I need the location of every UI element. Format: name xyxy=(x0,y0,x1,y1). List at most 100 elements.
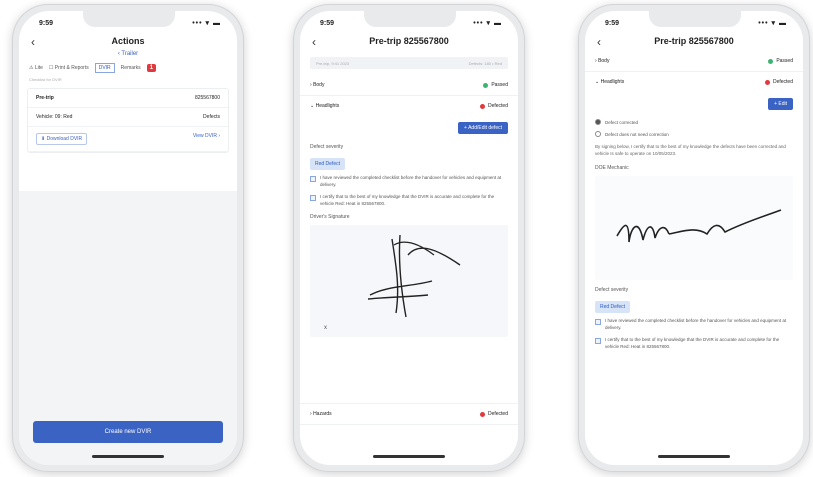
tab-remarks[interactable]: Remarks xyxy=(121,65,141,71)
page-title: Pre-trip 825567800 xyxy=(369,36,449,46)
item-label: › Hazards xyxy=(310,411,332,417)
nav-bar: ‹ Pre-trip 825567800 xyxy=(585,33,803,51)
home-indicator xyxy=(92,455,164,458)
checkbox-icon[interactable] xyxy=(595,338,601,345)
defect-severity-label: Defect severity xyxy=(595,287,629,294)
signature-pad[interactable] xyxy=(595,176,793,281)
status-bar: 9:59 ••• ▾ ▬ xyxy=(19,11,237,33)
vehicle-label: Vehicle: 09: Red xyxy=(36,114,73,120)
review-checkbox[interactable]: I have reviewed the completed checklist … xyxy=(300,172,518,191)
status-time: 9:59 xyxy=(605,20,620,27)
status-badge: Defected xyxy=(479,103,508,109)
view-dvir-link[interactable]: View DVIR › xyxy=(193,133,220,145)
status-dot xyxy=(483,82,489,88)
status-dot xyxy=(479,411,485,417)
status-badge: Passed xyxy=(768,58,793,64)
certify-checkbox[interactable]: I certify that to the best of my knowled… xyxy=(300,191,518,210)
signature-drawing xyxy=(367,235,461,318)
info-left: Pre-trip, 9:41 2023 xyxy=(316,60,350,66)
create-dvir-button[interactable]: Create new DVIR xyxy=(33,421,223,443)
signal-icon: ••• ▾ ▬ xyxy=(192,20,221,27)
chevron-right-icon: › xyxy=(310,411,312,417)
signer-name: DOE Mechanic xyxy=(595,165,629,172)
defect-tag[interactable]: Red Defect xyxy=(595,301,631,314)
tab-bar: ⚠ Lite ☐ Print & Reports DVIR Remarks 1 xyxy=(19,57,237,75)
checkbox-icon[interactable] xyxy=(310,176,316,182)
status-bar: 9:59 ••• ▾ ▬ xyxy=(585,11,803,33)
add-edit-defect-button[interactable]: + Add/Edit defect xyxy=(458,122,508,134)
dvir-row[interactable]: Pre-trip 825567800 xyxy=(28,89,228,108)
screen-pretrip-sign: 9:59 ••• ▾ ▬ ‹ Pre-trip 825567800 Pre-tr… xyxy=(300,11,518,465)
actions-row: ⬇ Download DVIR View DVIR › xyxy=(28,127,228,152)
nav-bar: ‹ Actions xyxy=(19,33,237,51)
signal-icon: ••• ▾ ▬ xyxy=(758,20,787,27)
radio-defect-corrected[interactable]: Defect corrected xyxy=(585,116,803,128)
dvir-type: Pre-trip xyxy=(36,95,54,101)
status-bar: 9:59 ••• ▾ ▬ xyxy=(300,11,518,33)
radio-selected-icon[interactable] xyxy=(595,119,601,125)
status-badge: Defected xyxy=(764,79,793,85)
radio-icon[interactable] xyxy=(595,131,601,137)
item-label: › Body xyxy=(310,82,325,88)
tab-print-reports[interactable]: ☐ Print & Reports xyxy=(49,65,89,71)
vehicle-row: Vehicle: 09: Red Defects xyxy=(28,108,228,127)
phone-pretrip-sign: 9:59 ••• ▾ ▬ ‹ Pre-trip 825567800 Pre-tr… xyxy=(293,4,525,472)
notification-badge: 1 xyxy=(146,64,157,72)
tab-lite[interactable]: ⚠ Lite xyxy=(29,65,43,71)
page-title: Pre-trip 825567800 xyxy=(654,36,734,46)
inspection-item[interactable]: › Body Passed xyxy=(300,75,518,96)
notch xyxy=(364,11,456,27)
info-right: Defects: 180 • Red xyxy=(468,60,502,66)
status-dot xyxy=(764,79,770,85)
chevron-right-icon: › xyxy=(595,58,597,64)
signal-icon: ••• ▾ ▬ xyxy=(473,20,502,27)
certification-text: By signing below, I certify that to the … xyxy=(595,144,786,156)
tab-caption: Checklist for DVIR xyxy=(29,77,62,82)
page-title: Actions xyxy=(111,36,145,46)
status-badge: Defected xyxy=(479,411,508,417)
edit-button[interactable]: + Edit xyxy=(768,98,793,110)
action-row: + Add/Edit defect xyxy=(300,116,518,140)
inspection-item[interactable]: ⌄ Headlights Defected xyxy=(585,72,803,92)
phone-actions: 9:59 ••• ▾ ▬ ‹ Actions ‹ Trailer ⚠ Lite … xyxy=(12,4,244,472)
defects-label: Defects xyxy=(203,114,220,120)
item-label: › Body xyxy=(595,58,610,64)
signature-mark: x xyxy=(324,325,327,332)
signature-pad[interactable]: x xyxy=(310,225,508,338)
notch xyxy=(649,11,741,27)
status-dot xyxy=(479,103,485,109)
status-dot xyxy=(768,58,774,64)
nav-bar: ‹ Pre-trip 825567800 xyxy=(300,33,518,51)
chevron-down-icon: ⌄ xyxy=(310,103,315,109)
phone-mechanic-sign: 9:59 ••• ▾ ▬ ‹ Pre-trip 825567800 › Body… xyxy=(578,4,810,472)
defect-tag[interactable]: Red Defect xyxy=(310,158,346,170)
signature-label: Driver's Signature xyxy=(310,214,350,221)
home-indicator xyxy=(658,455,730,458)
home-indicator xyxy=(373,455,445,458)
download-dvir-button[interactable]: ⬇ Download DVIR xyxy=(36,133,88,145)
status-time: 9:59 xyxy=(39,20,54,27)
inspection-item[interactable]: ⌄ Headlights Defected xyxy=(300,96,518,116)
certify-checkbox[interactable]: I certify that to the best of my knowled… xyxy=(585,334,803,353)
item-label: ⌄ Headlights xyxy=(595,79,625,85)
item-label: ⌄ Headlights xyxy=(310,103,340,109)
action-row: + Edit xyxy=(585,92,803,116)
dvir-number: 825567800 xyxy=(194,95,220,101)
checkbox-icon[interactable] xyxy=(310,195,316,202)
info-bar: Pre-trip, 9:41 2023 Defects: 180 • Red xyxy=(310,57,508,69)
radio-no-correction[interactable]: Defect does not need correction xyxy=(585,128,803,140)
screen-actions: 9:59 ••• ▾ ▬ ‹ Actions ‹ Trailer ⚠ Lite … xyxy=(19,11,237,465)
signature-drawing xyxy=(616,209,782,243)
inspection-item[interactable]: › Body Passed xyxy=(585,51,803,72)
inspection-item[interactable]: › Hazards Defected xyxy=(300,403,518,425)
chevron-down-icon: ⌄ xyxy=(595,79,600,85)
notch xyxy=(83,11,175,27)
chevron-right-icon: › xyxy=(310,82,312,88)
defect-severity-label: Defect severity xyxy=(310,144,344,150)
review-checkbox[interactable]: I have reviewed the completed checklist … xyxy=(585,315,803,334)
status-time: 9:59 xyxy=(320,20,335,27)
screen-mechanic-sign: 9:59 ••• ▾ ▬ ‹ Pre-trip 825567800 › Body… xyxy=(585,11,803,465)
tab-dvir[interactable]: DVIR xyxy=(94,63,115,73)
checkbox-icon[interactable] xyxy=(595,319,601,326)
dvir-card: Pre-trip 825567800 Vehicle: 09: Red Defe… xyxy=(27,88,229,153)
